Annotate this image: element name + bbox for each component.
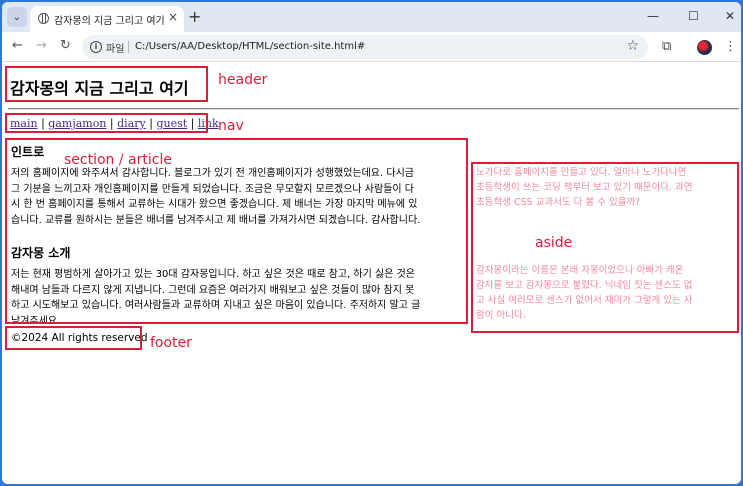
close-window-icon[interactable]: ✕	[725, 9, 735, 23]
page-content: 감자몽의 지금 그리고 여기 header main | gamjamon | …	[2, 63, 741, 484]
forward-arrow-icon[interactable]: →	[36, 38, 47, 53]
menu-dots-icon[interactable]: ⋮	[724, 39, 737, 54]
globe-icon	[38, 13, 49, 24]
active-tab[interactable]: 감자몽의 지금 그리고 여기 ×	[30, 6, 184, 32]
header-annotation-label: header	[218, 72, 268, 88]
browser-window: ⌄ 감자몽의 지금 그리고 여기 × + — ☐ ✕ ← → ↻ i 파일 C:…	[2, 2, 741, 484]
bookmark-star-icon[interactable]: ☆	[626, 38, 639, 54]
close-tab-icon[interactable]: ×	[168, 10, 178, 24]
extensions-icon[interactable]: ⧉	[662, 39, 671, 54]
divider	[8, 108, 739, 110]
file-chip[interactable]: 파일	[106, 40, 124, 55]
header-annotation-box	[5, 66, 208, 102]
profile-avatar[interactable]	[697, 40, 712, 55]
browser-toolbar: ← → ↻ i 파일 C:/Users/AA/Desktop/HTML/sect…	[2, 32, 741, 62]
reload-icon[interactable]: ↻	[60, 38, 71, 53]
nav-annotation-label: nav	[218, 118, 244, 134]
footer-annotation-box	[5, 326, 142, 350]
url-text[interactable]: C:/Users/AA/Desktop/HTML/section-site.ht…	[135, 41, 365, 52]
new-tab-button[interactable]: +	[188, 7, 201, 26]
aside-annotation-box	[471, 162, 739, 333]
address-bar[interactable]: i 파일 C:/Users/AA/Desktop/HTML/section-si…	[82, 35, 648, 59]
footer-annotation-label: footer	[150, 335, 192, 351]
tab-title: 감자몽의 지금 그리고 여기	[54, 16, 165, 27]
aside-annotation-label: aside	[535, 235, 573, 251]
minimize-icon[interactable]: —	[647, 9, 659, 23]
article-annotation-label: section / article	[64, 152, 172, 168]
chip-divider	[128, 41, 129, 53]
tab-search-button[interactable]: ⌄	[7, 7, 27, 27]
back-arrow-icon[interactable]: ←	[12, 38, 23, 53]
tab-strip: ⌄ 감자몽의 지금 그리고 여기 × + — ☐ ✕	[2, 2, 741, 32]
maximize-icon[interactable]: ☐	[688, 9, 699, 23]
nav-annotation-box	[5, 113, 208, 133]
info-icon[interactable]: i	[90, 41, 102, 53]
